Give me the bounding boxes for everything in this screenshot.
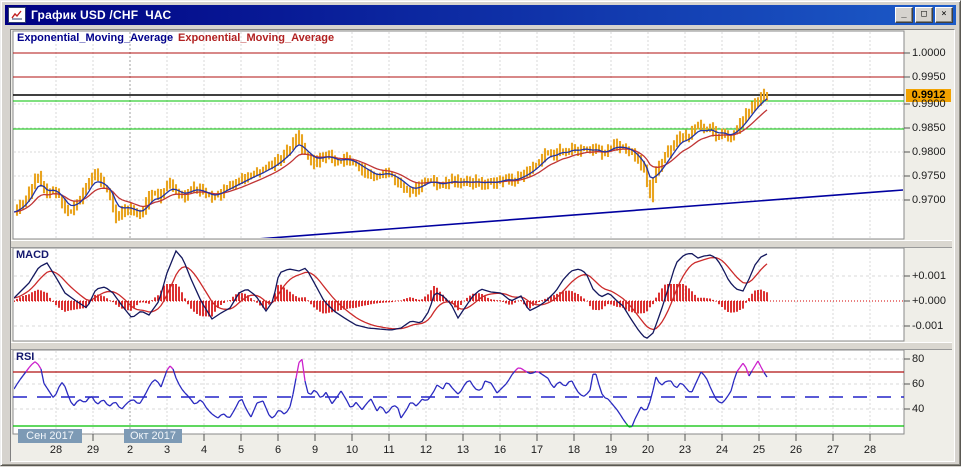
date-tick-label: 16 [487, 444, 513, 456]
rsi-tick-label: 40 [912, 403, 924, 415]
date-tick-label: 3 [154, 444, 180, 456]
date-tick-label: 26 [783, 444, 809, 456]
rsi-pane-label: RSI [16, 351, 34, 363]
rsi-tick-label: 60 [912, 378, 924, 390]
date-tick-label: 6 [265, 444, 291, 456]
date-tick-label: 24 [709, 444, 735, 456]
price-tick-label: 0.9850 [912, 122, 946, 134]
ema-red-label: Exponential_Moving_Average [178, 32, 334, 44]
date-tick-label: 25 [746, 444, 772, 456]
ema-blue-label: Exponential_Moving_Average [17, 32, 173, 44]
date-tick-label: 28 [43, 444, 69, 456]
date-tick-label: 29 [80, 444, 106, 456]
date-tick-label: 10 [339, 444, 365, 456]
month-badge: Сен 2017 [18, 429, 82, 443]
date-tick-label: 20 [635, 444, 661, 456]
price-tick-label: 0.9700 [912, 194, 946, 206]
date-tick-label: 12 [413, 444, 439, 456]
date-tick-label: 11 [376, 444, 402, 456]
date-tick-label: 5 [228, 444, 254, 456]
macd-tick-label: -0.001 [912, 320, 943, 332]
macd-pane-label: MACD [16, 249, 49, 261]
macd-tick-label: +0.001 [912, 270, 946, 282]
month-badge: Окт 2017 [124, 429, 182, 443]
price-tick-label: 1.0000 [912, 47, 946, 59]
date-tick-label: 9 [302, 444, 328, 456]
date-tick-label: 19 [598, 444, 624, 456]
price-tick-label: 0.9800 [912, 146, 946, 158]
date-tick-label: 4 [191, 444, 217, 456]
rsi-tick-label: 80 [912, 353, 924, 365]
date-tick-label: 17 [524, 444, 550, 456]
date-tick-label: 28 [857, 444, 883, 456]
price-tick-label: 0.9900 [912, 98, 946, 110]
price-tick-label: 0.9750 [912, 170, 946, 182]
date-tick-label: 27 [820, 444, 846, 456]
chart-canvas[interactable] [1, 1, 961, 467]
chart-window: График USD /CHF ЧАС _ □ × Exponential_Mo… [0, 0, 961, 466]
macd-tick-label: +0.000 [912, 295, 946, 307]
price-tick-label: 0.9950 [912, 71, 946, 83]
date-tick-label: 23 [672, 444, 698, 456]
date-tick-label: 13 [450, 444, 476, 456]
date-tick-label: 2 [117, 444, 143, 456]
date-tick-label: 18 [561, 444, 587, 456]
